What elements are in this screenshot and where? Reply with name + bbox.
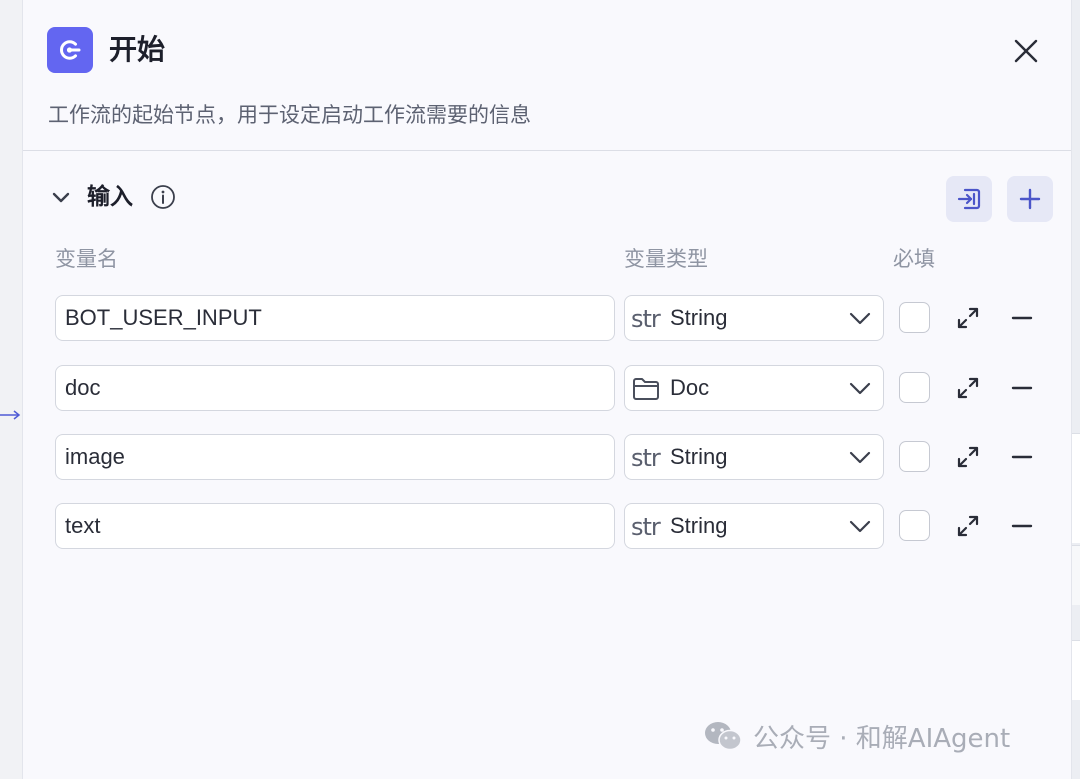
expand-icon[interactable] [955, 375, 981, 401]
plus-icon [1019, 188, 1041, 210]
variable-name-input[interactable]: text [55, 503, 615, 549]
chevron-down-icon [849, 520, 871, 533]
chevron-down-icon [849, 451, 871, 464]
string-type-icon: str [631, 513, 661, 541]
folder-icon [631, 376, 661, 402]
watermark-text: 公众号 · 和解AIAgent [753, 723, 1011, 754]
variable-type-label: String [670, 305, 728, 330]
background-node [1072, 640, 1080, 700]
import-variables-button[interactable] [946, 176, 992, 222]
variable-type-label: String [670, 513, 728, 538]
wechat-icon [705, 722, 742, 751]
column-header-name: 变量名 [55, 247, 118, 271]
chevron-down-icon[interactable] [49, 186, 73, 210]
variable-row: BOT_USER_INPUT str String [23, 295, 1071, 341]
minus-icon[interactable] [1009, 444, 1035, 470]
minus-icon[interactable] [1009, 375, 1035, 401]
minus-icon[interactable] [1009, 513, 1035, 539]
close-icon [1014, 39, 1038, 63]
chevron-down-icon [849, 312, 871, 325]
info-icon[interactable] [150, 184, 176, 210]
variable-type-label: Doc [670, 375, 710, 400]
variable-type-select[interactable]: str String [624, 434, 884, 480]
variable-name-input[interactable]: BOT_USER_INPUT [55, 295, 615, 341]
string-type-icon: str [631, 444, 661, 472]
watermark: 公众号 · 和解AIAgent [703, 718, 1010, 754]
chevron-down-icon [849, 382, 871, 395]
variable-type-select[interactable]: Doc [624, 365, 884, 411]
import-icon [957, 188, 981, 210]
required-checkbox[interactable] [899, 441, 930, 472]
background-node [1072, 433, 1080, 543]
panel-title: 开始 [109, 33, 166, 66]
variable-name-input[interactable]: doc [55, 365, 615, 411]
variable-type-label: String [670, 444, 728, 469]
required-checkbox[interactable] [899, 302, 930, 333]
column-header-required: 必填 [893, 247, 935, 271]
workflow-canvas: 开始 工作流的起始节点，用于设定启动工作流需要的信息 输入 变量名 变量类型 必… [0, 0, 1080, 779]
expand-icon[interactable] [955, 444, 981, 470]
required-checkbox[interactable] [899, 510, 930, 541]
expand-icon[interactable] [955, 513, 981, 539]
expand-icon[interactable] [955, 305, 981, 331]
background-node [1072, 545, 1080, 605]
variable-name-input[interactable]: image [55, 434, 615, 480]
variable-row: doc Doc [23, 365, 1071, 411]
start-node-icon [47, 27, 93, 73]
variable-row: text str String [23, 503, 1071, 549]
string-type-icon: str [631, 305, 661, 333]
start-node-panel: 开始 工作流的起始节点，用于设定启动工作流需要的信息 输入 变量名 变量类型 必… [22, 0, 1072, 779]
connection-arrow [0, 410, 21, 420]
column-header-type: 变量类型 [624, 247, 708, 271]
panel-header: 开始 工作流的起始节点，用于设定启动工作流需要的信息 [23, 0, 1071, 151]
add-variable-button[interactable] [1007, 176, 1053, 222]
variable-type-select[interactable]: str String [624, 295, 884, 341]
minus-icon[interactable] [1009, 305, 1035, 331]
input-section-title: 输入 [87, 184, 133, 210]
variable-type-select[interactable]: str String [624, 503, 884, 549]
required-checkbox[interactable] [899, 372, 930, 403]
close-button[interactable] [1011, 36, 1041, 66]
panel-description: 工作流的起始节点，用于设定启动工作流需要的信息 [48, 103, 531, 127]
variable-row: image str String [23, 434, 1071, 480]
